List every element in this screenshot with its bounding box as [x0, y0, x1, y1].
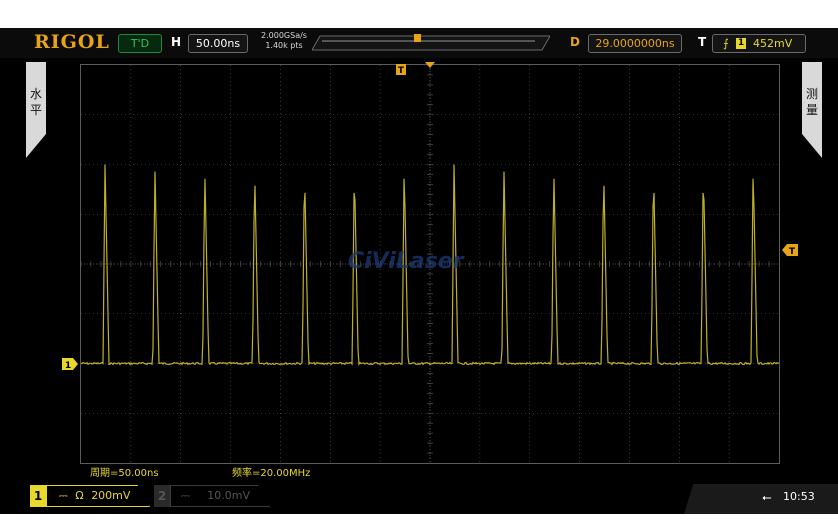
trigger-label: T [698, 35, 707, 49]
delay-label: D [570, 35, 580, 49]
trigger-settings[interactable]: ⨍ 1 452mV [712, 34, 806, 53]
measure-menu-label: 测量 [806, 87, 819, 117]
watermark-logo: CiViLaser [348, 249, 464, 274]
brand-logo: RIGOL [34, 31, 110, 53]
svg-text:T: T [789, 247, 796, 256]
timebase-value[interactable]: 50.00ns [188, 34, 248, 53]
channel-2-button[interactable]: 2 [154, 485, 170, 507]
dc-coupling-icon: ⎓ [59, 489, 68, 502]
horizontal-menu-tab[interactable]: 水平 [26, 62, 46, 158]
trigger-level-marker[interactable]: T [782, 244, 798, 256]
sample-rate: 2.000GSa/s [261, 31, 307, 40]
period-measurement: 周期=50.00ns [90, 468, 159, 479]
delay-value[interactable]: 29.0000000ns [588, 34, 682, 53]
run-status-badge[interactable]: T'D [118, 34, 162, 53]
trigger-position-marker[interactable]: T [396, 64, 408, 78]
measure-menu-tab[interactable]: 测量 [802, 62, 822, 158]
channel-1-scale: 200mV [91, 489, 131, 502]
clock: 10:53 [783, 490, 815, 503]
svg-text:T: T [398, 66, 405, 76]
acquisition-info: 2.000GSa/s 1.40k pts [254, 31, 314, 51]
channel-2-settings[interactable]: ⎓ 10.0mV [170, 485, 270, 507]
top-status-bar: RIGOL T'D H 50.00ns 2.000GSa/s 1.40k pts… [0, 28, 838, 58]
horizontal-menu-label: 水平 [30, 87, 43, 117]
scope-screen: RIGOL T'D H 50.00ns 2.000GSa/s 1.40k pts… [0, 28, 838, 514]
memory-position-bar[interactable] [312, 33, 550, 51]
usb-icon: ⭠ [762, 490, 772, 504]
memory-depth: 1.40k pts [265, 41, 303, 50]
trigger-source-badge: 1 [736, 38, 746, 49]
channel-1-offset-marker[interactable]: 1 [62, 358, 78, 370]
trigger-level: 452mV [753, 37, 793, 50]
impedance-icon: Ω [75, 489, 84, 502]
dc-coupling-icon: ⎓ [181, 489, 190, 502]
svg-text:1: 1 [65, 361, 71, 370]
trigger-arrow-icon [425, 62, 435, 68]
system-tray [684, 484, 838, 514]
horizontal-label: H [171, 35, 182, 49]
channel-1-settings[interactable]: ⎓ Ω 200mV [46, 485, 150, 507]
rising-edge-icon: ⨍ [723, 37, 729, 50]
frequency-measurement: 频率=20.00MHz [232, 468, 311, 479]
channel-2-scale: 10.0mV [207, 489, 251, 502]
channel-1-button[interactable]: 1 [30, 485, 46, 507]
trigger-position-icon [414, 34, 421, 42]
